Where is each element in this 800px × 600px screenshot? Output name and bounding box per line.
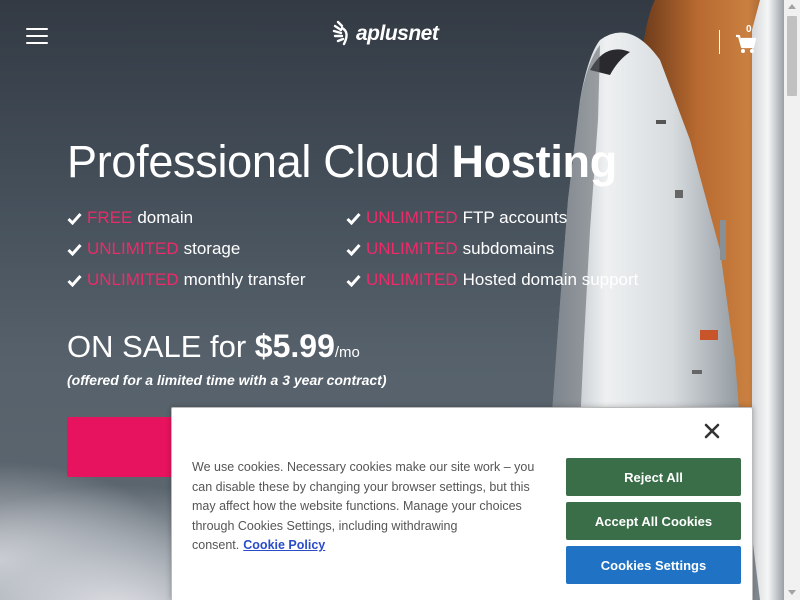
- checkmark-icon: [346, 212, 361, 225]
- logo-text: aplusnet: [356, 22, 439, 45]
- feature-text: monthly transfer: [183, 270, 306, 289]
- checkmark-icon: [67, 243, 82, 256]
- feature-item: UNLIMITED FTP accounts: [346, 208, 567, 228]
- cookies-settings-button[interactable]: Cookies Settings: [566, 546, 741, 584]
- hamburger-menu-icon[interactable]: [26, 28, 48, 46]
- feature-text: Hosted domain support: [462, 270, 639, 289]
- scroll-down-arrow-icon[interactable]: [788, 590, 796, 595]
- feature-highlight: UNLIMITED: [366, 270, 458, 289]
- logo-swirl-icon: [332, 20, 348, 46]
- checkmark-icon: [346, 274, 361, 287]
- reject-all-button[interactable]: Reject All: [566, 458, 741, 496]
- feature-item: FREE domain: [67, 208, 193, 228]
- feature-text: subdomains: [462, 239, 555, 258]
- price-value: $5.99: [254, 328, 335, 364]
- feature-highlight: UNLIMITED: [87, 270, 179, 289]
- cookie-policy-link[interactable]: Cookie Policy: [243, 538, 325, 552]
- shopping-cart-icon[interactable]: 0: [735, 24, 761, 54]
- checkmark-icon: [346, 243, 361, 256]
- scroll-thumb[interactable]: [787, 16, 797, 96]
- feature-highlight: FREE: [87, 208, 133, 227]
- sale-prefix: ON SALE for: [67, 329, 255, 364]
- feature-text: FTP accounts: [462, 208, 568, 227]
- feature-item: UNLIMITED Hosted domain support: [346, 270, 638, 290]
- feature-item: UNLIMITED storage: [67, 239, 240, 259]
- price-period: /mo: [334, 344, 360, 361]
- cookie-description: We use cookies. Necessary cookies make o…: [192, 458, 537, 556]
- close-icon[interactable]: [702, 421, 722, 441]
- top-navigation-bar: aplusnet 0: [0, 0, 784, 72]
- checkmark-icon: [67, 274, 82, 287]
- cookie-consent-banner: We use cookies. Necessary cookies make o…: [171, 407, 753, 600]
- contract-note: (offered for a limited time with a 3 yea…: [67, 372, 387, 388]
- feature-item: UNLIMITED subdomains: [346, 239, 554, 259]
- headline-light: Professional Cloud: [67, 136, 452, 187]
- feature-highlight: UNLIMITED: [366, 208, 458, 227]
- page-scrollbar[interactable]: [784, 0, 800, 600]
- checkmark-icon: [67, 212, 82, 225]
- header-divider: [719, 30, 720, 54]
- accept-all-cookies-button[interactable]: Accept All Cookies: [566, 502, 741, 540]
- feature-text: domain: [137, 208, 194, 227]
- feature-text: storage: [183, 239, 241, 258]
- scroll-up-arrow-icon[interactable]: [788, 4, 796, 9]
- feature-highlight: UNLIMITED: [366, 239, 458, 258]
- feature-highlight: UNLIMITED: [87, 239, 179, 258]
- hero-headline: Professional Cloud Hosting: [67, 136, 617, 188]
- headline-bold: Hosting: [451, 136, 618, 187]
- aplusnet-logo[interactable]: aplusnet: [332, 18, 439, 50]
- cart-glyph-icon: [736, 34, 757, 53]
- sale-price: ON SALE for $5.99/mo: [67, 328, 360, 365]
- feature-item: UNLIMITED monthly transfer: [67, 270, 306, 290]
